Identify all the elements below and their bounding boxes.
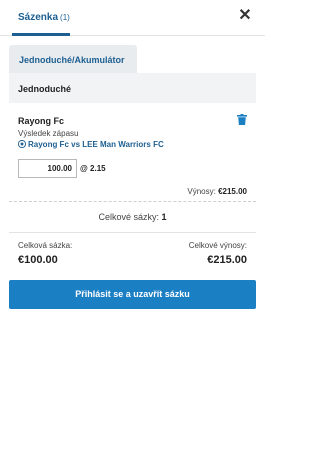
betslip-header: Sázenka (1) ✕ — [0, 0, 265, 36]
total-stake-value: €100.00 — [18, 254, 58, 266]
total-returns: Celkové výnosy: €215.00 — [189, 241, 247, 266]
total-stake-label: Celková sázka: — [18, 241, 73, 250]
section-title: Jednoduché — [18, 84, 72, 94]
returns-value: €215.00 — [218, 187, 247, 196]
football-icon — [18, 140, 26, 148]
total-bets-value: 1 — [161, 212, 167, 222]
login-place-bet-button[interactable]: Přihlásit se a uzavřít sázku — [9, 280, 256, 309]
bet-returns: Výnosy: €215.00 — [187, 187, 247, 196]
trash-icon[interactable] — [237, 114, 247, 125]
bet-event-label: Rayong Fc vs LEE Man Warriors FC — [28, 140, 164, 149]
total-bets: Celkové sázky: 1 — [9, 212, 256, 222]
stake-input[interactable] — [18, 159, 77, 178]
bet-market: Výsledek zápasu — [18, 129, 79, 138]
section-header: Jednoduché — [9, 73, 256, 103]
betslip-count: (1) — [60, 13, 70, 22]
returns-label: Výnosy: — [187, 187, 216, 196]
betslip-title-label: Sázenka — [18, 12, 59, 23]
bet-event[interactable]: Rayong Fc vs LEE Man Warriors FC — [18, 140, 164, 149]
betslip-panel: Jednoduché/Akumulátor Jednoduché Rayong … — [9, 45, 256, 279]
active-tab-indicator — [12, 33, 70, 36]
close-icon[interactable]: ✕ — [237, 8, 253, 24]
total-stake: Celková sázka: €100.00 — [18, 241, 72, 266]
betslip-title[interactable]: Sázenka (1) — [18, 12, 70, 23]
tab-label: Jednoduché/Akumulátor — [19, 55, 125, 65]
tab-singles-accumulator[interactable]: Jednoduché/Akumulátor — [9, 45, 137, 73]
total-returns-label: Celkové výnosy: — [188, 241, 247, 250]
bet-item: Rayong Fc Výsledek zápasu Rayong Fc vs L… — [9, 103, 256, 201]
dashed-divider — [9, 201, 256, 202]
total-bets-label: Celkové sázky: — [98, 212, 159, 222]
total-returns-value: €215.00 — [207, 254, 247, 266]
divider — [9, 232, 256, 233]
bet-selection: Rayong Fc — [18, 116, 65, 126]
bet-odds: @ 2.15 — [80, 164, 106, 173]
